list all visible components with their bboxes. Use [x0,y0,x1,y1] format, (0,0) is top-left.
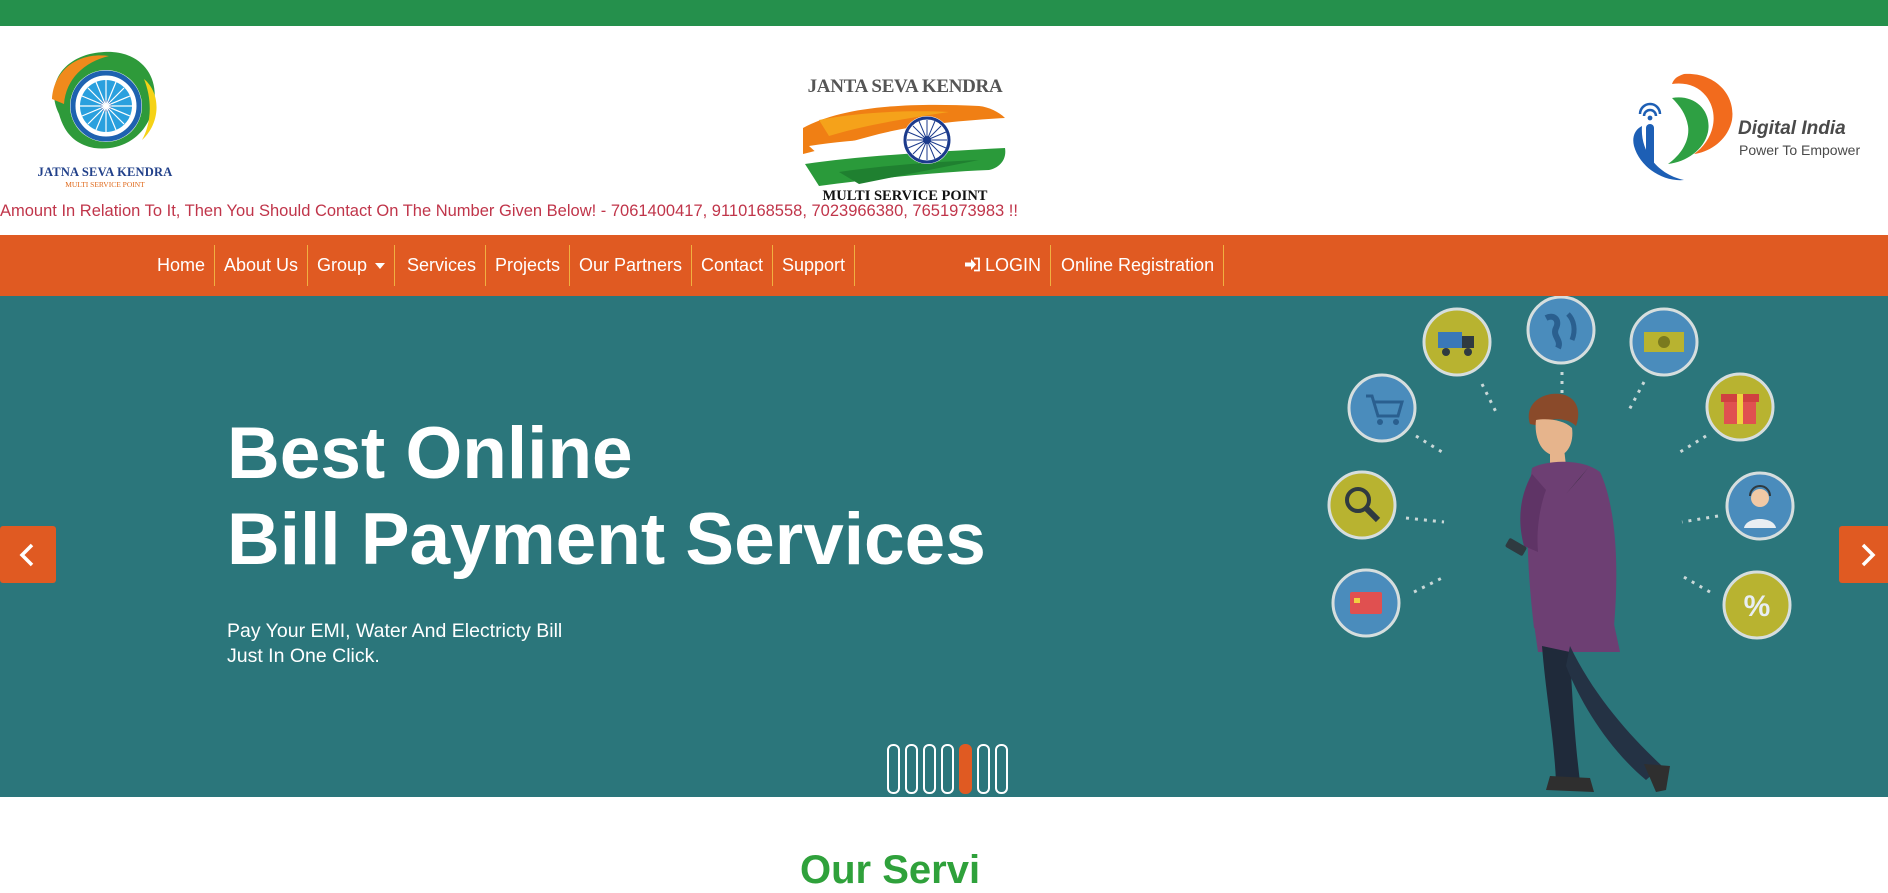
carousel-indicator-4[interactable] [941,744,954,794]
search-icon [1327,470,1397,540]
flag-brush-icon [803,104,1006,186]
nav-contact[interactable]: Contact [692,245,774,286]
carousel-prev-button[interactable] [0,526,56,583]
caret-down-icon [375,263,386,270]
ashoka-chakra-emblem-icon [52,51,157,149]
hero-title-line-1: Best Online [227,413,633,494]
support-agent-icon [1725,471,1795,541]
nav-home[interactable]: Home [148,245,216,286]
truck-icon [1422,307,1492,377]
carousel-indicator-1[interactable] [887,744,900,794]
announcement-marquee: Amount In Relation To It, Then You Shoul… [0,202,1018,220]
login-label: LOGIN [985,255,1042,275]
left-logo-subtitle: MULTI SERVICE POINT [65,180,145,189]
chevron-left-icon [19,543,34,567]
nav-about-us[interactable]: About Us [215,245,309,286]
our-services-heading: Our Servi [800,848,981,892]
credit-card-icon [1331,568,1401,638]
chevron-right-icon [1861,543,1876,567]
site-header: JATNA SEVA KENDRA MULTI SERVICE POINT JA… [0,26,1888,204]
carousel-indicator-5-active[interactable] [959,744,972,794]
top-green-bar [0,0,1888,26]
hero-description-line-2: Just In One Click. [227,645,380,667]
hero-description-line-1: Pay Your EMI, Water And Electricty Bill [227,620,563,642]
carousel-indicator-7[interactable] [995,744,1008,794]
right-logo-title: Digital India [1738,118,1846,139]
hero-description: Pay Your EMI, Water And Electricty Bill … [227,619,562,669]
center-logo-title: JANTA SEVA KENDRA [807,76,1003,97]
bill-payment-illustration: % [1327,296,1795,792]
nav-online-registration[interactable]: Online Registration [1052,245,1225,286]
digital-india-logo[interactable]: Digital India Power To Empower [1624,70,1874,190]
cart-icon [1347,373,1417,443]
right-logo-subtitle: Power To Empower [1739,142,1861,158]
janta-seva-kendra-logo[interactable]: JANTA SEVA KENDRA MULTI SERVICE POINT [795,76,1015,204]
nav-group-dropdown[interactable]: Group [308,245,396,286]
money-icon [1629,307,1699,377]
nav-our-partners[interactable]: Our Partners [570,245,693,286]
svg-text:%: % [1744,590,1771,623]
hero-title-line-2: Bill Payment Services [227,499,986,580]
left-logo-title: JATNA SEVA KENDRA [37,165,173,179]
nav-support[interactable]: Support [773,245,856,286]
nav-group-label: Group [317,255,368,275]
nav-login[interactable]: LOGIN [955,245,1052,286]
digital-india-mark-icon [1633,73,1733,181]
hero-carousel: Best Online Bill Payment Services Pay Yo… [0,296,1888,797]
gift-icon [1705,372,1775,442]
nav-services[interactable]: Services [398,245,487,286]
percent-icon: % [1722,570,1792,640]
carousel-indicator-6[interactable] [977,744,990,794]
globe-icon [1526,296,1596,365]
walking-man-with-phone [1505,393,1670,792]
jatna-seva-kendra-logo[interactable]: JATNA SEVA KENDRA MULTI SERVICE POINT [30,44,180,194]
hero-title: Best Online Bill Payment Services [227,411,986,583]
carousel-indicator-2[interactable] [905,744,918,794]
carousel-next-button[interactable] [1839,526,1888,583]
main-navbar: Home About Us Group Services Projects Ou… [0,235,1888,296]
login-icon [965,257,980,272]
nav-projects[interactable]: Projects [486,245,571,286]
carousel-indicator-3[interactable] [923,744,936,794]
